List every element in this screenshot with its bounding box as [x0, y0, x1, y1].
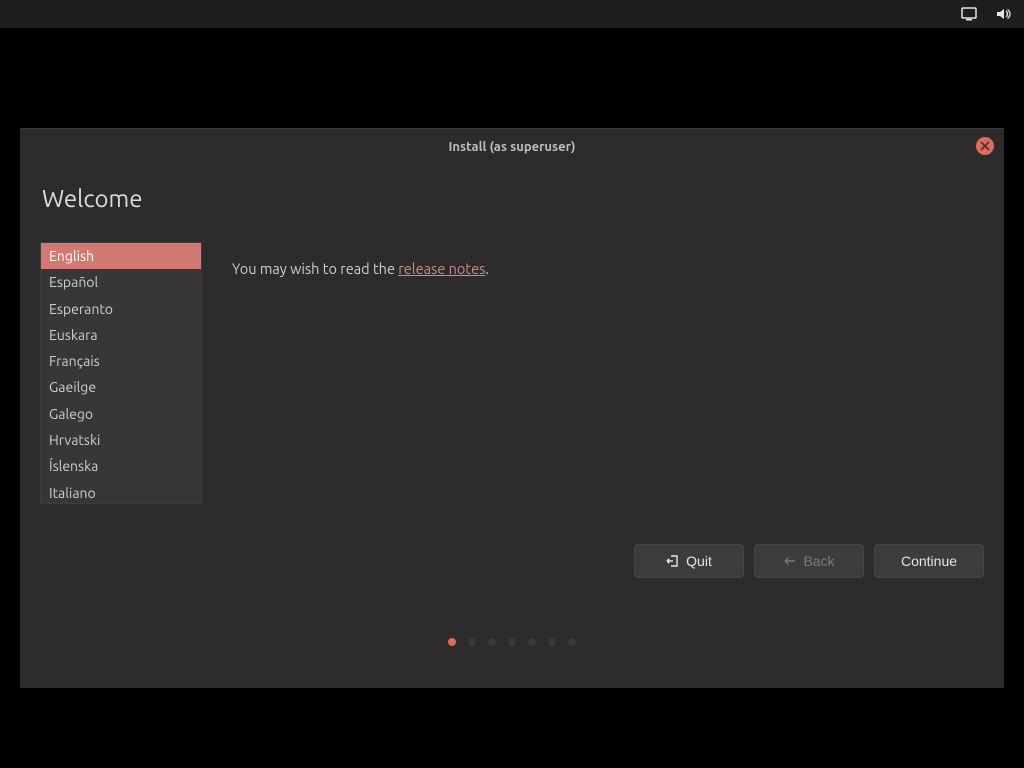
quit-icon [666, 554, 680, 568]
back-button: Back [754, 544, 864, 578]
continue-button[interactable]: Continue [874, 544, 984, 578]
language-list[interactable]: EnglishEspañolEsperantoEuskaraFrançaisGa… [40, 242, 202, 504]
window-titlebar: Install (as superuser) [20, 129, 1004, 165]
window-close-button[interactable] [976, 137, 994, 155]
pager-dot [468, 638, 476, 646]
language-option[interactable]: Galego [41, 401, 201, 427]
pager-dot [448, 638, 456, 646]
button-row: Quit Back Continue [40, 544, 984, 578]
step-pager [40, 638, 984, 646]
page-title: Welcome [42, 185, 984, 212]
language-option[interactable]: Íslenska [41, 453, 201, 479]
language-option[interactable]: Français [41, 348, 201, 374]
installer-content: Welcome EnglishEspañolEsperantoEuskaraFr… [20, 165, 1004, 688]
pager-dot [568, 638, 576, 646]
window-title: Install (as superuser) [448, 140, 575, 154]
language-option[interactable]: Gaeilge [41, 374, 201, 400]
language-option[interactable]: Esperanto [41, 296, 201, 322]
info-suffix: . [485, 260, 489, 277]
pager-dot [548, 638, 556, 646]
display-icon[interactable] [960, 5, 978, 23]
main-row: EnglishEspañolEsperantoEuskaraFrançaisGa… [40, 242, 984, 504]
system-topbar [0, 0, 1024, 28]
installer-window: Install (as superuser) Welcome EnglishEs… [20, 128, 1004, 688]
quit-button[interactable]: Quit [634, 544, 744, 578]
back-button-label: Back [803, 553, 834, 569]
pager-dot [508, 638, 516, 646]
info-prefix: You may wish to read the [232, 260, 398, 277]
volume-icon[interactable] [994, 5, 1012, 23]
language-option[interactable]: Español [41, 269, 201, 295]
pager-dot [528, 638, 536, 646]
release-notes-link[interactable]: release notes [398, 260, 485, 277]
arrow-left-icon [783, 554, 797, 568]
language-option[interactable]: Hrvatski [41, 427, 201, 453]
quit-button-label: Quit [686, 553, 712, 569]
language-option[interactable]: English [41, 243, 201, 269]
language-option[interactable]: Italiano [41, 480, 201, 504]
pager-dot [488, 638, 496, 646]
release-notes-text: You may wish to read the release notes. [232, 260, 489, 277]
close-icon [980, 141, 990, 151]
language-option[interactable]: Euskara [41, 322, 201, 348]
continue-button-label: Continue [901, 553, 957, 569]
